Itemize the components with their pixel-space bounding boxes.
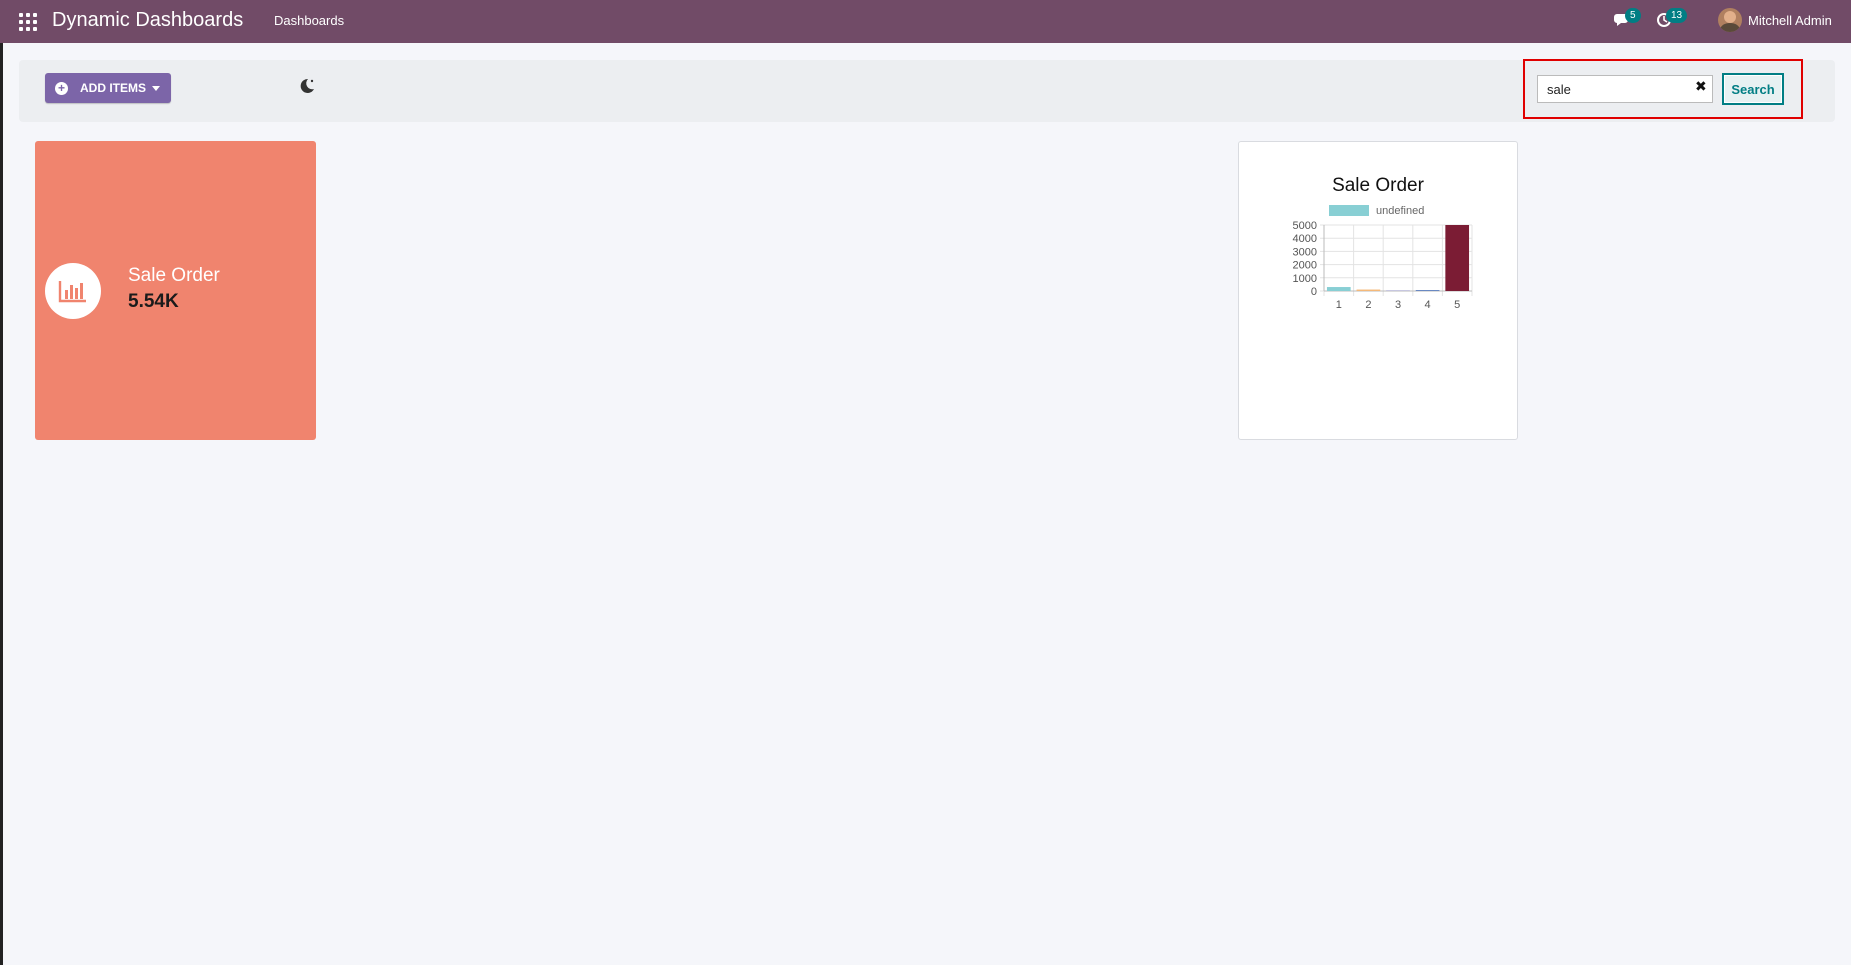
chart-card-sale-order[interactable]: Sale Order undefined 0 1000 2000 3000 4000 500… — [1238, 141, 1518, 440]
activities-button[interactable]: 13 — [1656, 8, 1688, 33]
apps-menu-icon[interactable] — [19, 13, 37, 31]
activities-badge: 13 — [1666, 8, 1688, 23]
messages-badge: 5 — [1625, 8, 1641, 23]
search-button[interactable]: Search — [1722, 73, 1784, 105]
x-tick-label: 1 — [1336, 299, 1342, 311]
plus-circle-icon: + — [55, 81, 68, 95]
search-area: ✖ Search — [1523, 59, 1803, 119]
caret-down-icon — [152, 85, 160, 91]
add-items-label: ADD ITEMS — [80, 81, 146, 95]
kpi-tile-sale-order[interactable]: Sale Order 5.54K — [35, 141, 316, 440]
control-panel: + ADD ITEMS ✖ Search — [19, 59, 1835, 122]
y-tick-label: 0 — [1311, 286, 1317, 298]
window-left-edge — [0, 0, 3, 965]
messages-button[interactable]: 5 — [1613, 8, 1641, 33]
y-tick-label: 4000 — [1293, 233, 1317, 245]
x-tick-label: 4 — [1425, 299, 1431, 311]
user-name: Mitchell Admin — [1748, 12, 1832, 28]
user-menu[interactable]: Mitchell Admin — [1718, 8, 1832, 32]
add-items-button[interactable]: + ADD ITEMS — [45, 73, 171, 103]
x-tick-label: 2 — [1365, 299, 1371, 311]
y-tick-label: 2000 — [1293, 260, 1317, 272]
top-navbar: Dynamic Dashboards Dashboards 5 13 Mitch… — [0, 0, 1851, 43]
tile-title: Sale Order — [128, 265, 220, 286]
bar-chart-icon — [58, 281, 86, 303]
search-input[interactable] — [1537, 75, 1713, 103]
bar-2 — [1356, 289, 1381, 291]
x-tick-label: 3 — [1395, 299, 1401, 311]
avatar — [1718, 8, 1742, 32]
y-tick-label: 1000 — [1293, 273, 1317, 285]
legend-label: undefined — [1376, 205, 1424, 217]
x-tick-label: 5 — [1454, 299, 1460, 311]
bar-4 — [1415, 290, 1440, 291]
bar-3 — [1386, 290, 1410, 291]
y-tick-label: 3000 — [1293, 246, 1317, 258]
bar-chart: undefined 010002000 300040005000 1 2 3 4 5 — [1293, 205, 1473, 311]
legend-swatch — [1329, 205, 1369, 216]
tile-value: 5.54K — [128, 291, 179, 312]
moon-icon — [300, 78, 314, 93]
clear-search-icon[interactable]: ✖ — [1695, 78, 1707, 95]
y-tick-label: 5000 — [1293, 220, 1317, 232]
app-brand[interactable]: Dynamic Dashboards — [52, 9, 243, 32]
bar-5 — [1445, 225, 1470, 291]
dark-mode-toggle[interactable] — [298, 77, 316, 100]
chart-title: Sale Order — [1332, 175, 1424, 196]
tile-icon-circle — [45, 263, 101, 319]
bar-1 — [1326, 287, 1351, 291]
menu-item-dashboards[interactable]: Dashboards — [274, 13, 344, 28]
